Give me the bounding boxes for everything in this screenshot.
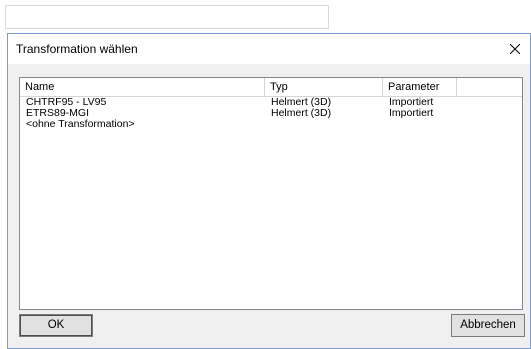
column-header-parameter[interactable]: Parameter bbox=[383, 78, 457, 96]
background-input-field bbox=[5, 5, 329, 29]
cancel-button[interactable]: Abbrechen bbox=[451, 314, 525, 337]
dialog-titlebar: Transformation wählen bbox=[8, 34, 530, 64]
column-header-extra[interactable] bbox=[457, 78, 522, 96]
list-header: Name Typ Parameter bbox=[20, 78, 522, 97]
close-icon bbox=[510, 44, 520, 54]
transformation-list[interactable]: Name Typ Parameter CHTRF95 - LV95 Helmer… bbox=[19, 77, 523, 310]
transformation-dialog: Transformation wählen Name Typ Parameter… bbox=[7, 33, 531, 349]
dialog-title: Transformation wählen bbox=[16, 42, 138, 56]
row-name: <ohne Transformation> bbox=[26, 118, 135, 130]
column-header-typ[interactable]: Typ bbox=[265, 78, 383, 96]
ok-button[interactable]: OK bbox=[19, 314, 93, 337]
row-parameter: Importiert bbox=[389, 107, 434, 119]
close-button[interactable] bbox=[500, 34, 530, 64]
column-header-name[interactable]: Name bbox=[20, 78, 265, 96]
list-item[interactable]: <ohne Transformation> bbox=[20, 119, 522, 130]
row-typ: Helmert (3D) bbox=[271, 107, 332, 119]
